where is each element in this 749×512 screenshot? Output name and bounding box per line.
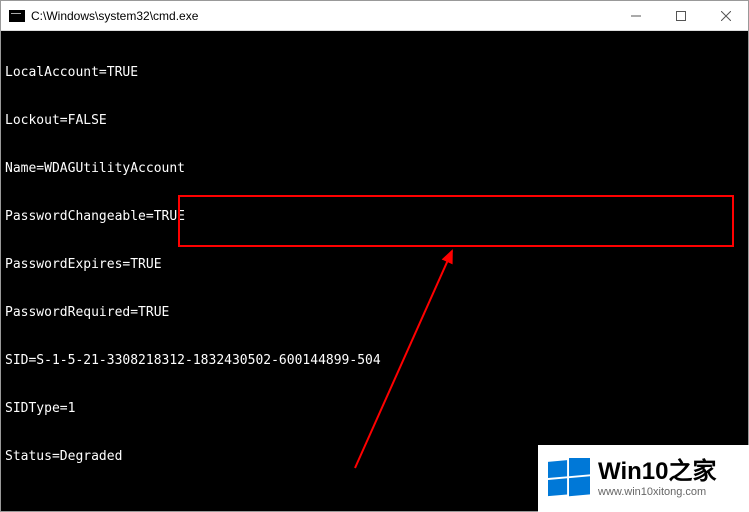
close-button[interactable]: [703, 1, 748, 30]
window-title: C:\Windows\system32\cmd.exe: [31, 9, 613, 23]
watermark-text: Win10之家 www.win10xitong.com: [598, 459, 716, 497]
window-controls: [613, 1, 748, 30]
console-area[interactable]: LocalAccount=TRUE Lockout=FALSE Name=WDA…: [1, 31, 748, 511]
output-line: PasswordExpires=TRUE: [5, 257, 744, 273]
titlebar[interactable]: C:\Windows\system32\cmd.exe: [1, 1, 748, 31]
maximize-button[interactable]: [658, 1, 703, 30]
output-line: Name=WDAGUtilityAccount: [5, 161, 744, 177]
cmd-icon: [9, 10, 25, 22]
output-line: PasswordRequired=TRUE: [5, 305, 744, 321]
output-line: Lockout=FALSE: [5, 113, 744, 129]
watermark-title: Win10之家: [598, 459, 716, 485]
watermark-url: www.win10xitong.com: [598, 486, 716, 498]
watermark: Win10之家 www.win10xitong.com: [538, 445, 749, 512]
cmd-window: C:\Windows\system32\cmd.exe LocalAccount…: [0, 0, 749, 512]
windows-logo-icon: [548, 458, 590, 500]
output-line: SIDType=1: [5, 401, 744, 417]
output-line: PasswordChangeable=TRUE: [5, 209, 744, 225]
output-line: SID=S-1-5-21-3308218312-1832430502-60014…: [5, 353, 744, 369]
minimize-button[interactable]: [613, 1, 658, 30]
output-line: LocalAccount=TRUE: [5, 65, 744, 81]
